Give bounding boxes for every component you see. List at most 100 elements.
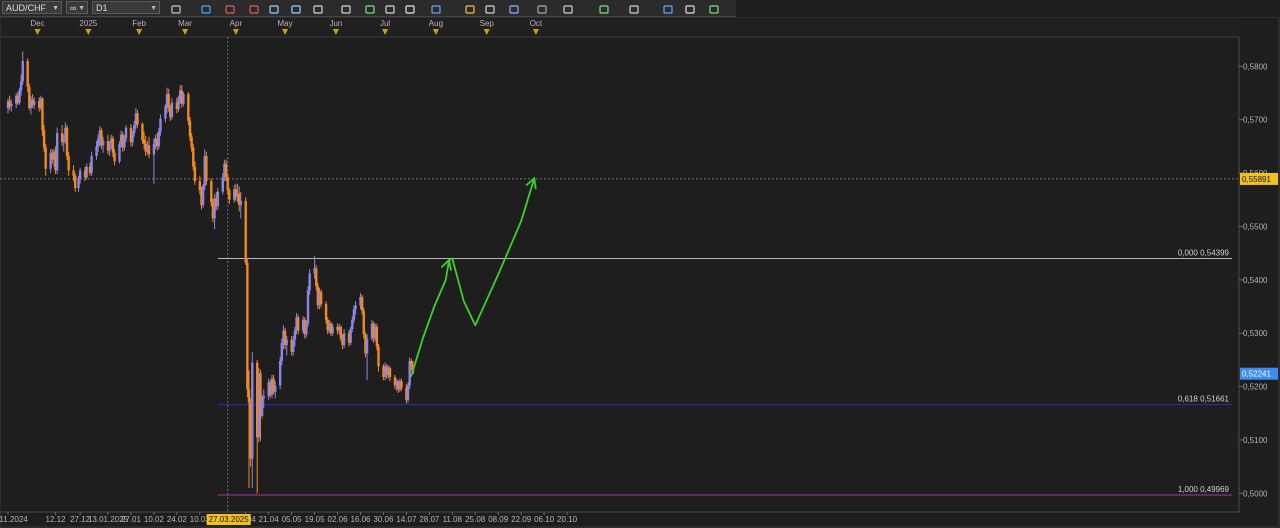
candle-body (26, 61, 29, 87)
candle-body (296, 317, 300, 331)
pencil-icon[interactable] (464, 2, 476, 14)
fibonacci-level-label: 1,000 0,49969 (1178, 485, 1230, 494)
trendline-icon[interactable] (364, 2, 376, 14)
candle-body (324, 303, 328, 320)
candle-body (388, 367, 392, 377)
date-tick-label: 10.02 (144, 515, 165, 524)
price-tick-label: 0,5300 (1243, 329, 1268, 338)
more-icon[interactable] (708, 2, 720, 14)
fibonacci-icon[interactable] (562, 2, 574, 14)
candle-body (136, 113, 139, 124)
candle-body (362, 310, 365, 335)
candle-body (74, 175, 77, 189)
candle-body (339, 326, 343, 339)
candle-body (182, 94, 185, 104)
candle-body (228, 190, 231, 200)
candle-body (354, 305, 357, 310)
candle-body (306, 290, 310, 324)
date-tick-label: 22.09 (511, 515, 532, 524)
date-tick-label: 19.05 (305, 515, 326, 524)
price-axis-area (1239, 17, 1280, 528)
candle-body (192, 147, 195, 167)
price-tick-label: 0,5800 (1243, 62, 1268, 71)
candle-body (351, 319, 354, 329)
candle-body (246, 262, 249, 390)
camera-icon[interactable] (404, 2, 416, 14)
text-icon[interactable] (384, 2, 396, 14)
candle-body (123, 138, 126, 148)
candle-body (62, 138, 65, 143)
candle-body (365, 338, 369, 354)
candle-body (205, 156, 208, 182)
candle-body (280, 342, 283, 361)
timeframe-select[interactable]: D1 ▼ (92, 1, 160, 14)
month-label: Mar (178, 19, 192, 28)
chart-type-icon[interactable] (170, 2, 182, 14)
grid-icon[interactable] (484, 2, 496, 14)
chevron-down-icon: ▼ (150, 5, 157, 12)
add-icon[interactable] (662, 2, 674, 14)
indicator-icon[interactable] (536, 2, 548, 14)
month-label: Aug (429, 19, 443, 28)
candle-body (101, 141, 105, 146)
candle-body (133, 125, 136, 134)
price-tick-label: 0,5100 (1243, 436, 1268, 445)
price-tick-label: 0,5000 (1243, 489, 1268, 498)
date-tick-label: 05.05 (282, 515, 303, 524)
current-price-label: 0,52241 (1242, 370, 1271, 379)
candle-body (349, 328, 352, 343)
shape-icon[interactable] (598, 2, 610, 14)
candle-body (18, 90, 21, 103)
settings-icon[interactable] (430, 2, 442, 14)
channel-icon[interactable] (628, 2, 640, 14)
candle-body (406, 385, 410, 400)
candle-body (152, 143, 156, 155)
date-tick-label: 16.06 (350, 515, 371, 524)
candle-body (342, 333, 346, 345)
date-tick-label: 28.07 (419, 515, 440, 524)
candle-body (95, 146, 98, 157)
candle-body (111, 138, 115, 153)
bar-icon[interactable] (224, 2, 236, 14)
date-tick-label: 11.08 (443, 515, 463, 524)
month-label: Feb (132, 19, 146, 28)
price-chart[interactable]: 0,58000,57000,56000,55000,54000,53000,52… (0, 17, 1280, 528)
date-tick-label: 14.07 (396, 515, 417, 524)
month-label: Sep (480, 19, 495, 28)
zoom-out-icon[interactable] (290, 2, 302, 14)
candle-body (305, 323, 308, 335)
month-label: Oct (530, 19, 543, 28)
candle-body (142, 140, 146, 144)
candle-body (210, 181, 213, 203)
cursor-icon[interactable] (340, 2, 352, 14)
candle-icon[interactable] (248, 2, 260, 14)
date-tick-label: 13.11.2024 (0, 515, 28, 524)
candle-body (193, 166, 197, 182)
month-label: 2025 (79, 19, 97, 28)
date-tick-label: 30.06 (373, 515, 394, 524)
candle-body (113, 152, 116, 162)
candle-body (170, 102, 174, 118)
candle-body (216, 191, 220, 207)
candle-body (292, 339, 295, 352)
candle-body (44, 147, 47, 169)
chevron-down-icon: ▼ (78, 5, 85, 12)
candle-body (201, 186, 205, 206)
candle-body (221, 177, 224, 192)
zoom-in-icon[interactable] (268, 2, 280, 14)
candle-body (400, 381, 403, 388)
candle-body (41, 98, 44, 131)
link-select[interactable]: ∞ ▼ (66, 1, 88, 14)
crosshair-icon[interactable] (200, 2, 212, 14)
arrow-icon[interactable] (312, 2, 324, 14)
price-tick-label: 0,5500 (1243, 222, 1268, 231)
template-icon[interactable] (508, 2, 520, 14)
candle-body (360, 296, 364, 311)
chevron-down-icon: ▼ (52, 5, 59, 12)
eraser-icon[interactable] (684, 2, 696, 14)
candle-body (67, 156, 70, 171)
month-label: Jul (380, 19, 390, 28)
candle-body (278, 360, 282, 386)
symbol-select[interactable]: AUD/CHF ▼ (2, 1, 62, 14)
candle-body (315, 268, 318, 287)
